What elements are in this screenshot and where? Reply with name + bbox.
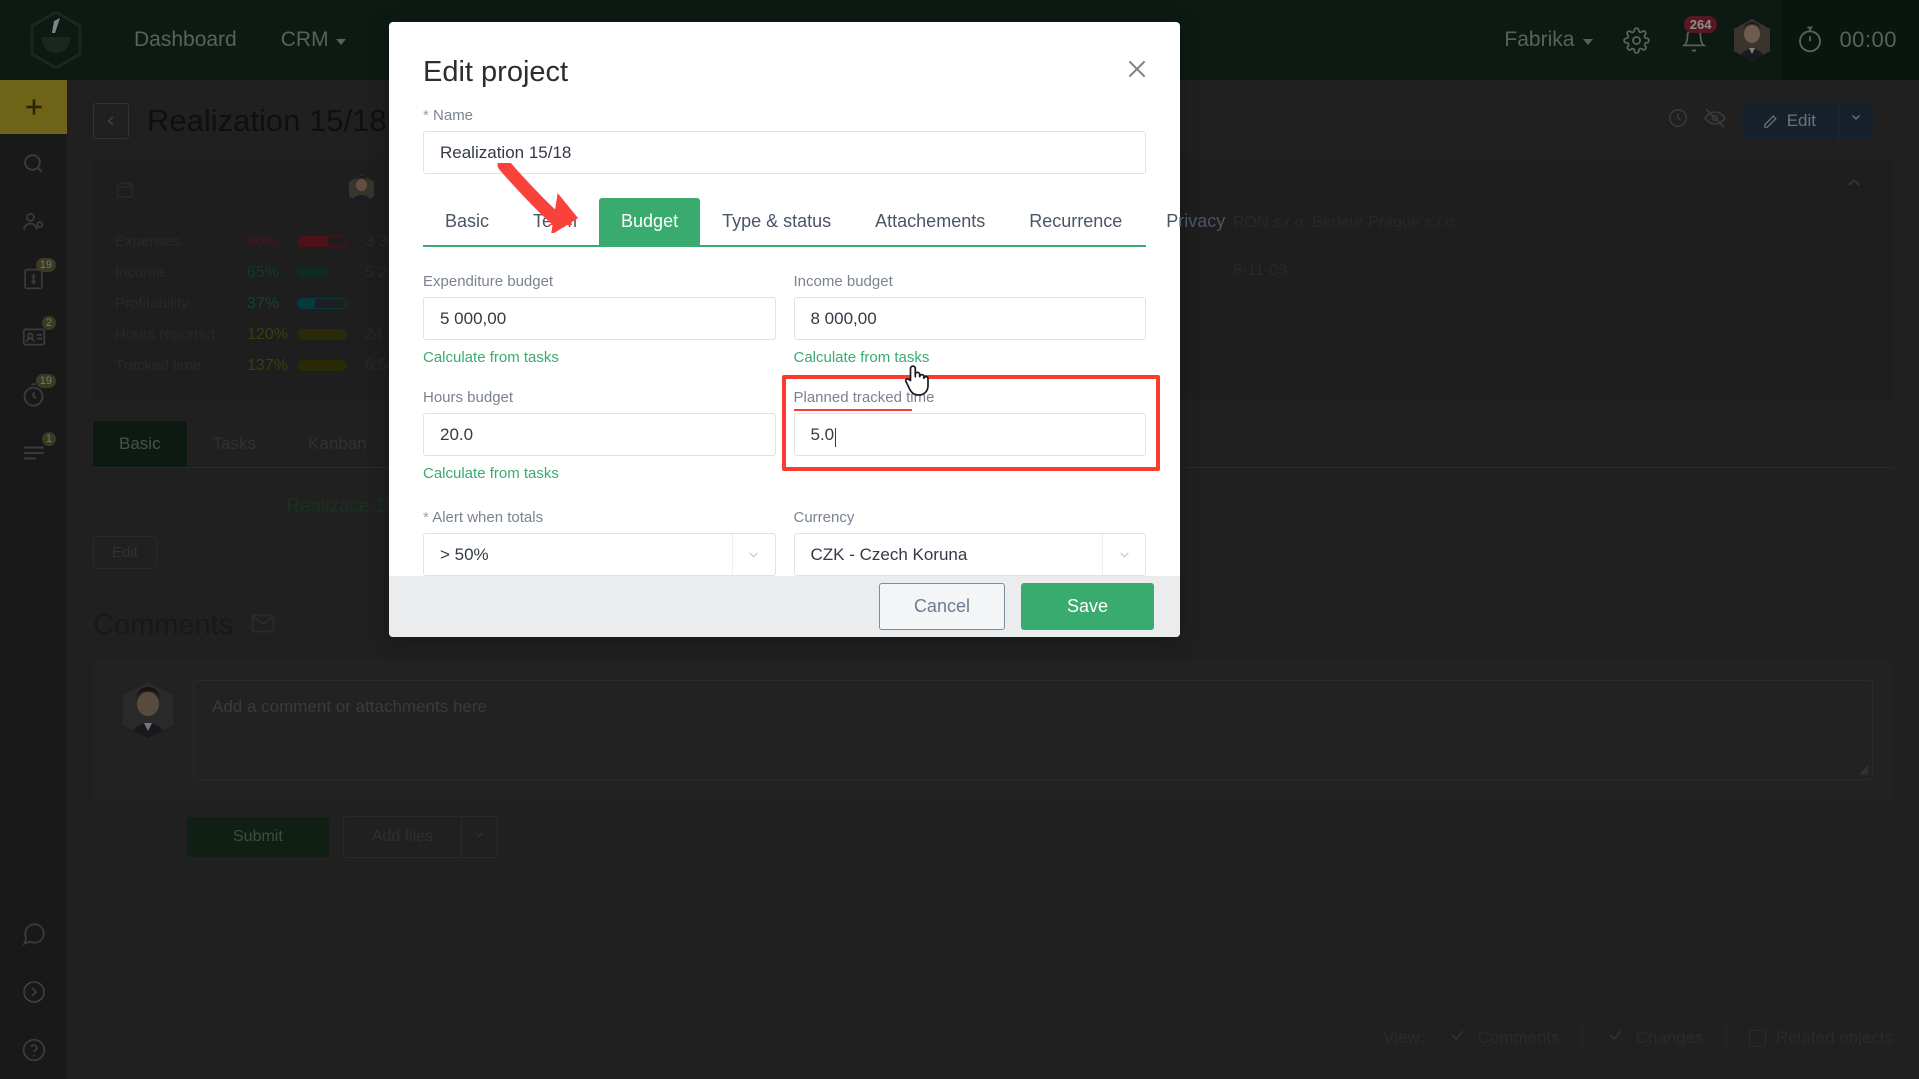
planned-tracked-time-label: Planned tracked time <box>793 389 1147 411</box>
budget-row-2: Hours budget 20.0 Calculate from tasks P… <box>423 375 1160 483</box>
required-asterisk: * <box>423 107 429 124</box>
tab-privacy[interactable]: Privacy <box>1144 198 1247 245</box>
income-budget-input[interactable]: 8 000,00 <box>793 297 1146 340</box>
name-label-text: Name <box>433 107 474 124</box>
alert-when-totals-label: * Alert when totals <box>423 509 776 526</box>
save-button[interactable]: Save <box>1020 583 1154 630</box>
budget-row-3: * Alert when totals > 50% Currency CZK -… <box>423 509 1146 576</box>
chevron-down-icon <box>731 534 775 575</box>
hours-budget-group: Hours budget 20.0 Calculate from tasks <box>423 389 776 483</box>
tab-label: Budget <box>621 211 679 231</box>
hours-budget-value: 20.0 <box>440 424 474 444</box>
expenditure-budget-value: 5 000,00 <box>440 308 507 328</box>
hours-budget-label: Hours budget <box>423 389 514 406</box>
hours-calculate-link[interactable]: Calculate from tasks <box>423 465 559 482</box>
dialog-header: Edit project <box>389 22 1180 89</box>
tab-recurrence[interactable]: Recurrence <box>1007 198 1144 245</box>
dialog-body: * Name Realization 15/18 Basic Team Budg… <box>389 89 1225 576</box>
planned-tracked-time-input[interactable]: 5.0 <box>793 413 1146 456</box>
budget-row-1: Expenditure budget 5 000,00 Calculate fr… <box>423 273 1146 367</box>
tab-label: Privacy <box>1166 211 1226 231</box>
alert-selected-value: > 50% <box>440 544 489 564</box>
dialog-footer: Cancel Save <box>389 576 1180 637</box>
close-icon[interactable] <box>1120 52 1154 86</box>
chevron-down-icon <box>1102 534 1145 575</box>
currency-label: Currency <box>793 509 855 526</box>
hours-budget-input[interactable]: 20.0 <box>423 413 776 456</box>
currency-select[interactable]: CZK - Czech Koruna <box>793 533 1146 576</box>
dialog-title: Edit project <box>423 56 569 88</box>
tab-label: Type & status <box>722 211 832 231</box>
alert-when-totals-group: * Alert when totals > 50% <box>423 509 776 576</box>
save-label: Save <box>1066 596 1108 616</box>
cancel-button[interactable]: Cancel <box>878 583 1005 630</box>
income-budget-value: 8 000,00 <box>810 308 877 328</box>
alert-when-totals-select[interactable]: > 50% <box>423 533 776 576</box>
income-budget-group: Income budget 8 000,00 Calculate from ta… <box>793 273 1146 367</box>
tab-team[interactable]: Team <box>511 198 599 245</box>
tab-label: Basic <box>445 211 490 231</box>
tab-type-and-status[interactable]: Type & status <box>700 198 853 245</box>
name-label: * Name <box>423 107 1146 124</box>
income-budget-label: Income budget <box>793 273 893 290</box>
tab-budget[interactable]: Budget <box>599 198 701 245</box>
edit-project-dialog: Edit project * Name Realization 15/18 Ba… <box>389 22 1225 637</box>
tab-label: Attachements <box>875 211 986 231</box>
name-input-value: Realization 15/18 <box>440 142 572 162</box>
planned-tracked-time-group: Planned tracked time 5.0 <box>781 375 1160 483</box>
name-input[interactable]: Realization 15/18 <box>423 131 1146 174</box>
text-caret <box>835 428 837 447</box>
name-field-group: * Name Realization 15/18 <box>415 89 1154 174</box>
cancel-label: Cancel <box>913 596 970 616</box>
expenditure-budget-input[interactable]: 5 000,00 <box>423 297 776 340</box>
currency-selected-value: CZK - Czech Koruna <box>810 544 968 564</box>
expenditure-budget-label: Expenditure budget <box>423 273 554 290</box>
tab-attachements[interactable]: Attachements <box>853 198 1007 245</box>
currency-group: Currency CZK - Czech Koruna <box>793 509 1146 576</box>
expenditure-budget-group: Expenditure budget 5 000,00 Calculate fr… <box>423 273 776 367</box>
highlight-underline <box>793 409 912 411</box>
dialog-tabs: Basic Team Budget Type & status Attachem… <box>423 198 1225 247</box>
planned-tracked-time-value: 5.0 <box>810 424 835 444</box>
app-window: Dashboard CRM Realization Economy Calend… <box>0 0 1919 1079</box>
planned-tracked-time-label-text: Planned tracked time <box>793 389 935 406</box>
tab-basic[interactable]: Basic <box>423 198 511 245</box>
tab-label: Team <box>533 211 578 231</box>
expenditure-calculate-link[interactable]: Calculate from tasks <box>423 349 559 366</box>
alert-label-text: Alert when totals <box>432 509 544 526</box>
required-asterisk: * <box>423 509 429 526</box>
income-calculate-link[interactable]: Calculate from tasks <box>794 349 930 366</box>
tab-label: Recurrence <box>1029 211 1123 231</box>
